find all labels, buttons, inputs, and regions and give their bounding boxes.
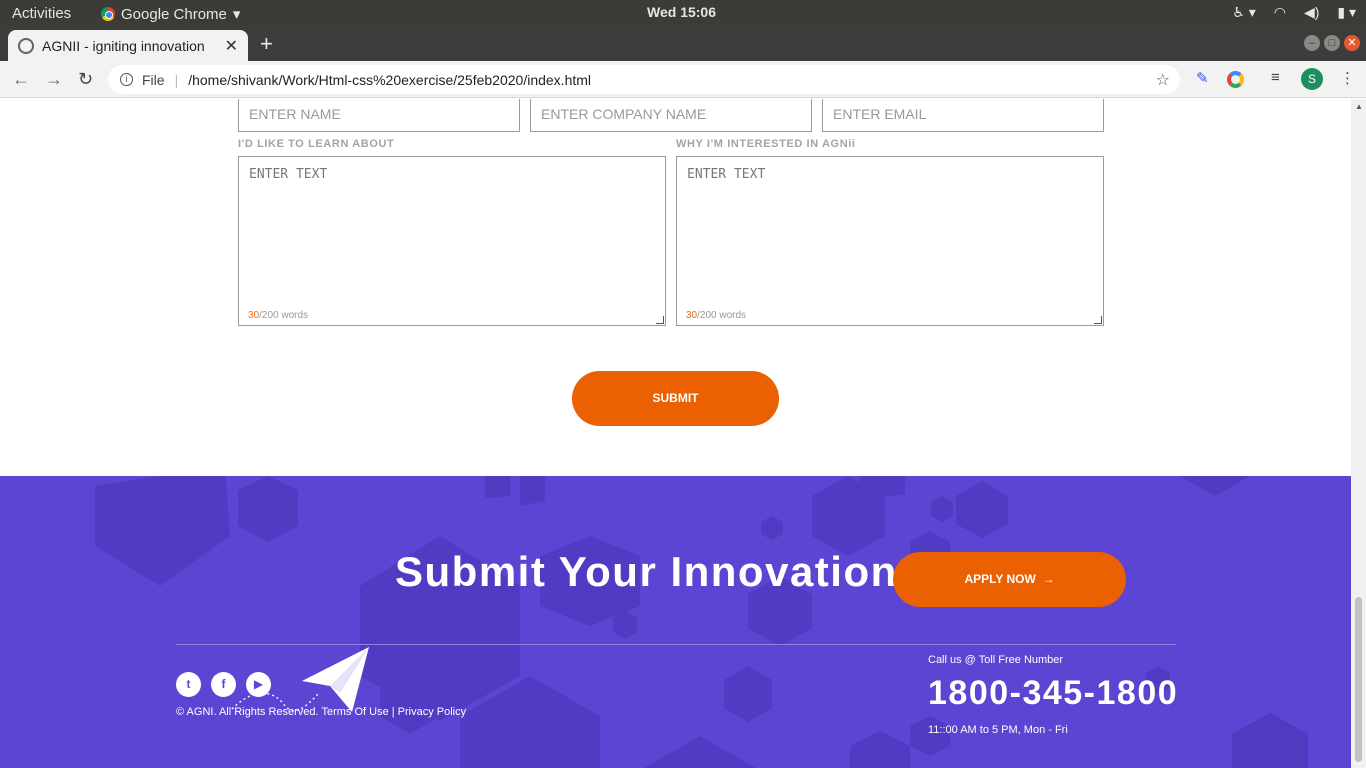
extension-circle-icon[interactable] xyxy=(1227,71,1244,88)
browser-tab[interactable]: AGNII - igniting innovation ✕ xyxy=(8,30,248,61)
close-icon[interactable]: ✕ xyxy=(225,36,238,56)
browser-toolbar: ← → ↻ i File | /home/shivank/Work/Html-c… xyxy=(0,61,1366,98)
footer-headline: Submit Your Innovation xyxy=(395,548,898,595)
footer: Submit Your Innovation APPLY NOW → t f ▶… xyxy=(0,476,1351,768)
maximize-button[interactable]: □ xyxy=(1324,35,1340,51)
close-window-button[interactable]: ✕ xyxy=(1344,35,1360,51)
info-icon[interactable]: i xyxy=(120,73,133,86)
learn-textarea[interactable]: ENTER TEXT 30/200 words xyxy=(238,156,666,326)
apply-now-button[interactable]: APPLY NOW → xyxy=(893,552,1126,607)
activities-button[interactable]: Activities xyxy=(12,5,71,22)
system-tray[interactable]: ♿ ▾ ◠ ◀) ▮ ▾ xyxy=(1232,4,1356,21)
volume-icon: ◀) xyxy=(1303,4,1320,20)
interest-word-count: 30/200 words xyxy=(686,310,746,321)
business-hours: 11::00 AM to 5 PM, Mon - Fri xyxy=(928,724,1068,736)
url-separator: | xyxy=(174,71,179,88)
email-input[interactable]: ENTER EMAIL xyxy=(822,99,1104,132)
tab-strip: AGNII - igniting innovation ✕ + – □ ✕ xyxy=(0,27,1366,61)
arrow-right-icon: → xyxy=(1039,572,1055,586)
media-queue-icon[interactable]: ≡ xyxy=(1271,69,1280,86)
footer-divider xyxy=(176,644,1176,645)
company-input[interactable]: ENTER COMPANY NAME xyxy=(530,99,812,132)
forward-icon[interactable]: → xyxy=(45,69,63,90)
facebook-icon[interactable]: f xyxy=(211,672,236,697)
copyright-text: © AGNI. All Rights Reserved. Terms Of Us… xyxy=(176,706,467,718)
profile-avatar[interactable]: S xyxy=(1301,68,1323,90)
battery-icon: ▮ ▾ xyxy=(1337,4,1356,20)
extension-color-picker-icon[interactable]: ✎ xyxy=(1196,69,1209,87)
resize-handle-icon[interactable] xyxy=(1094,316,1102,324)
apply-now-label: APPLY NOW xyxy=(964,572,1036,586)
interest-label: WHY I'M INTERESTED IN AGNii xyxy=(676,138,856,150)
scroll-up-icon[interactable]: ▲ xyxy=(1355,102,1363,111)
resize-handle-icon[interactable] xyxy=(656,316,664,324)
name-input[interactable]: ENTER NAME xyxy=(238,99,520,132)
youtube-icon[interactable]: ▶ xyxy=(246,672,271,697)
wifi-icon: ◠ xyxy=(1273,4,1286,20)
toll-free-number[interactable]: 1800-345-1800 xyxy=(928,674,1178,713)
menu-kebab-icon[interactable]: ⋮ xyxy=(1340,69,1355,87)
interest-placeholder: ENTER TEXT xyxy=(687,167,766,182)
interest-word-count-current: 30 xyxy=(686,310,698,321)
learn-word-count-suffix: /200 words xyxy=(259,310,309,321)
interest-textarea[interactable]: ENTER TEXT 30/200 words xyxy=(676,156,1104,326)
url-scheme: File xyxy=(142,71,165,88)
interest-word-count-suffix: /200 words xyxy=(697,310,747,321)
learn-placeholder: ENTER TEXT xyxy=(249,167,328,182)
globe-icon xyxy=(18,37,34,54)
system-top-bar: Activities Google Chrome ▾ Wed 15:06 ♿ ▾… xyxy=(0,0,1366,27)
back-icon[interactable]: ← xyxy=(12,69,30,90)
app-menu[interactable]: Google Chrome ▾ xyxy=(101,5,240,23)
app-name: Google Chrome xyxy=(121,5,227,23)
page-scrollbar[interactable]: ▲ xyxy=(1351,99,1366,768)
chrome-icon xyxy=(101,7,115,21)
tab-title: AGNII - igniting innovation xyxy=(42,37,205,54)
hexagon-background xyxy=(95,476,1308,768)
twitter-icon[interactable]: t xyxy=(176,672,201,697)
minimize-button[interactable]: – xyxy=(1304,35,1320,51)
reload-icon[interactable]: ↻ xyxy=(78,69,93,90)
learn-word-count: 30/200 words xyxy=(248,310,308,321)
submit-button[interactable]: SUBMIT xyxy=(572,371,779,426)
address-bar[interactable]: i File | /home/shivank/Work/Html-css%20e… xyxy=(108,65,1180,94)
learn-label: I'D LIKE TO LEARN ABOUT xyxy=(238,138,395,150)
window-controls: – □ ✕ xyxy=(1304,35,1360,51)
clock[interactable]: Wed 15:06 xyxy=(647,4,716,20)
url-text[interactable]: /home/shivank/Work/Html-css%20exercise/2… xyxy=(188,72,591,88)
learn-word-count-current: 30 xyxy=(248,310,260,321)
accessibility-icon[interactable]: ♿ ▾ xyxy=(1232,4,1255,21)
bookmark-star-icon[interactable]: ☆ xyxy=(1156,70,1170,90)
page-viewport: ENTER NAME ENTER COMPANY NAME ENTER EMAI… xyxy=(0,99,1351,768)
call-us-text: Call us @ Toll Free Number xyxy=(928,654,1064,666)
scrollbar-thumb[interactable] xyxy=(1355,597,1362,762)
chevron-down-icon: ▾ xyxy=(232,6,241,23)
new-tab-button[interactable]: + xyxy=(260,31,273,57)
